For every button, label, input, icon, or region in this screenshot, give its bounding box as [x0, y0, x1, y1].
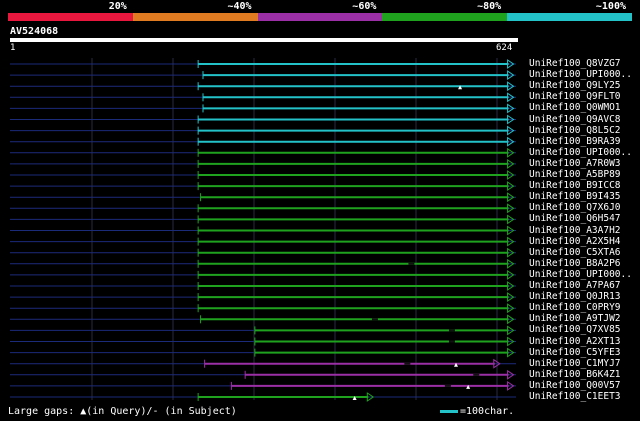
- hit-name-link[interactable]: UniRef100_Q0WMO1: [529, 102, 621, 113]
- hit-name-link[interactable]: UniRef100_A2XT13: [529, 336, 621, 347]
- hit-name-link[interactable]: UniRef100_Q00V57: [529, 380, 621, 391]
- hit-name-link[interactable]: UniRef100_B9I435: [529, 191, 621, 202]
- hit-name-link[interactable]: UniRef100_Q9LY25: [529, 80, 621, 91]
- hit-name-link[interactable]: UniRef100_Q7X6J0: [529, 202, 621, 213]
- hit-name-link[interactable]: UniRef100_UPI000..: [529, 147, 632, 158]
- hit-name-link[interactable]: UniRef100_UPI000..: [529, 269, 632, 280]
- hit-name-link[interactable]: UniRef100_C5XTA6: [529, 247, 621, 258]
- hit-name-link[interactable]: UniRef100_Q7XV85: [529, 324, 621, 335]
- hit-name-link[interactable]: UniRef100_UPI000..: [529, 69, 632, 80]
- hit-name-link[interactable]: UniRef100_B6K4Z1: [529, 369, 621, 380]
- hit-name-link[interactable]: UniRef100_C5YFE3: [529, 347, 621, 358]
- hit-name-link[interactable]: UniRef100_A3A7H2: [529, 225, 621, 236]
- hit-name-link[interactable]: UniRef100_Q8L5C2: [529, 125, 621, 136]
- hit-name-link[interactable]: UniRef100_C1MYJ7: [529, 358, 621, 369]
- hit-name-link[interactable]: UniRef100_A7R0W3: [529, 158, 621, 169]
- scale-legend-text: =100char.: [460, 406, 515, 417]
- hit-name-link[interactable]: UniRef100_C1EET3: [529, 391, 621, 402]
- hit-name-link[interactable]: UniRef100_Q9FLT0: [529, 91, 621, 102]
- hit-name-link[interactable]: UniRef100_Q6H547: [529, 213, 621, 224]
- hit-name-link[interactable]: UniRef100_Q0JR13: [529, 291, 621, 302]
- scale-legend: =100char.: [440, 406, 514, 417]
- gap-legend: Large gaps: ▲(in Query)/- (in Subject): [8, 406, 237, 417]
- hit-name-link[interactable]: UniRef100_A5BP89: [529, 169, 621, 180]
- hit-name-link[interactable]: UniRef100_Q9AVC8: [529, 114, 621, 125]
- hit-name-link[interactable]: UniRef100_A2X5H4: [529, 236, 621, 247]
- hit-name-link[interactable]: UniRef100_B8A2P6: [529, 258, 621, 269]
- hit-name-link[interactable]: UniRef100_Q8VZG7: [529, 58, 621, 69]
- hit-name-link[interactable]: UniRef100_A9TJW2: [529, 313, 621, 324]
- hit-name-link[interactable]: UniRef100_C0PRY9: [529, 302, 621, 313]
- hit-name-link[interactable]: UniRef100_B9ICC8: [529, 180, 621, 191]
- scale-swatch: [440, 409, 458, 413]
- hit-name-link[interactable]: UniRef100_B9RA39: [529, 136, 621, 147]
- hit-name-link[interactable]: UniRef100_A7PA67: [529, 280, 621, 291]
